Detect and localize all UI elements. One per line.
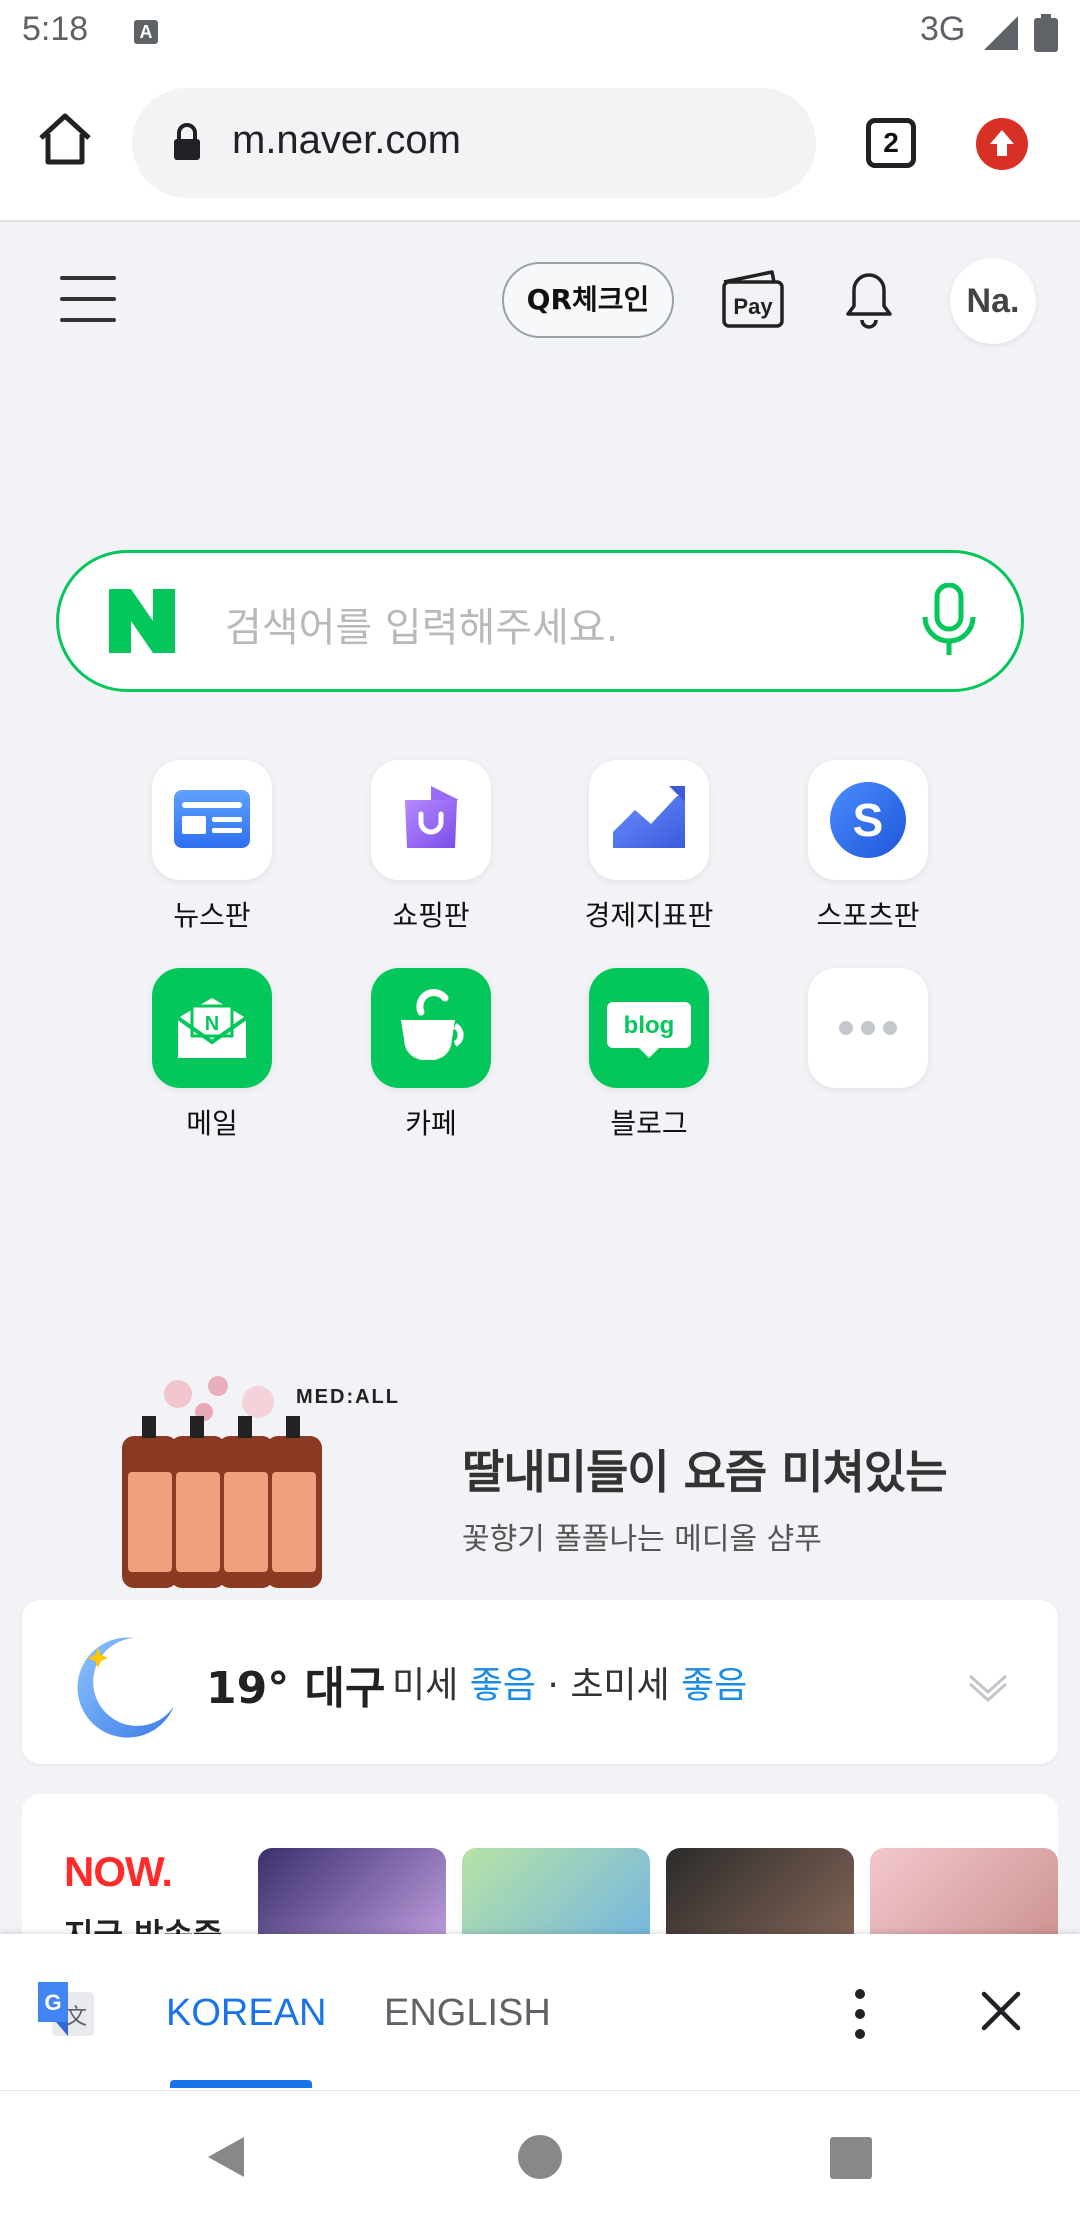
- weather-card[interactable]: 19° 대구 미세 좋음 · 초미세 좋음: [22, 1600, 1058, 1764]
- now-thumbnail[interactable]: [462, 1848, 650, 1934]
- shortcut-cafe[interactable]: 카페: [341, 968, 521, 1142]
- shortcut-sports[interactable]: S 스포츠판: [778, 760, 958, 934]
- url-bar[interactable]: m.naver.com: [132, 88, 816, 198]
- shopping-bag-icon: [371, 760, 491, 880]
- svg-text:文: 文: [65, 2005, 87, 2030]
- shortcut-label: 스포츠판: [816, 899, 920, 932]
- close-icon[interactable]: [980, 1990, 1022, 2032]
- now-logo: NOW.: [64, 1848, 173, 1895]
- microphone-icon[interactable]: [919, 583, 979, 659]
- pay-label: Pay: [733, 294, 773, 319]
- shortcut-label: 블로그: [610, 1107, 688, 1140]
- url-text: m.naver.com: [232, 118, 461, 162]
- more-vert-icon[interactable]: [852, 1986, 868, 2042]
- profile-avatar[interactable]: Na.: [950, 258, 1036, 344]
- shortcut-more[interactable]: [778, 968, 958, 1088]
- ad-title: 딸내미들이 요즘 미쳐있는: [462, 1445, 948, 1499]
- shortcut-blog[interactable]: blog 블로그: [559, 968, 739, 1142]
- naver-n-logo-icon: [109, 589, 175, 653]
- svg-text:S: S: [853, 794, 884, 846]
- search-placeholder: 검색어를 입력해주세요.: [225, 605, 619, 651]
- blog-icon: blog: [589, 968, 709, 1088]
- now-subtitle: 지금 방송중: [64, 1910, 222, 1934]
- update-button[interactable]: [976, 118, 1028, 170]
- ad-banner[interactable]: MED:ALL 딸내미들이 요즘 미쳐있는 꽃향기 폴폴나는 메디올 샴푸: [100, 1376, 980, 1592]
- svg-text:G: G: [44, 1990, 61, 2015]
- shortcut-label: 카페: [405, 1107, 457, 1140]
- now-thumbnail[interactable]: [258, 1848, 446, 1934]
- shortcut-label: 메일: [186, 1107, 238, 1140]
- google-translate-icon[interactable]: 文 G: [34, 1978, 98, 2042]
- home-icon[interactable]: [36, 110, 94, 168]
- system-nav-bar: [0, 2090, 1080, 2221]
- weather-temp-city: 19° 대구: [206, 1663, 386, 1714]
- tab-indicator: [170, 2080, 312, 2088]
- ad-subtitle: 꽃향기 폴폴나는 메디올 샴푸: [462, 1522, 822, 1557]
- shortcut-label: 경제지표판: [584, 899, 714, 932]
- sports-icon: S: [808, 760, 928, 880]
- news-icon: [152, 760, 272, 880]
- now-thumbnail[interactable]: [870, 1848, 1058, 1934]
- qr-checkin-button[interactable]: QR체크인: [502, 262, 674, 338]
- more-dots-icon: [808, 968, 928, 1088]
- air-quality: 미세 좋음 · 초미세 좋음: [392, 1656, 747, 1708]
- fine-dust-value: 좋음: [469, 1665, 536, 1706]
- shortcut-mail[interactable]: N 메일: [122, 968, 302, 1142]
- separator: ·: [547, 1665, 559, 1706]
- translate-bar: 文 G KOREAN ENGLISH: [0, 1934, 1080, 2090]
- notification-bell-icon[interactable]: [838, 264, 900, 330]
- tab-korean[interactable]: KOREAN: [166, 1992, 326, 2035]
- now-thumbnail[interactable]: [666, 1848, 854, 1934]
- tab-switcher-button[interactable]: 2: [866, 118, 916, 168]
- signal-icon: [984, 16, 1018, 50]
- blog-icon-text: blog: [624, 1012, 675, 1039]
- home-circle-icon[interactable]: [518, 2135, 562, 2179]
- shortcut-news[interactable]: 뉴스판: [122, 760, 302, 934]
- shortcut-label: 쇼핑판: [392, 899, 470, 932]
- pay-icon[interactable]: Pay: [720, 268, 786, 330]
- status-bar: 5:18 A 3G: [0, 0, 1080, 64]
- moon-icon: [77, 1637, 174, 1738]
- chevron-down-icon[interactable]: [966, 1670, 1010, 1704]
- arrow-up-icon: [990, 130, 1014, 156]
- shortcut-economy[interactable]: 경제지표판: [559, 760, 739, 934]
- notification-a-icon: A: [134, 20, 158, 44]
- hamburger-menu-icon[interactable]: [60, 274, 116, 324]
- ultrafine-dust-label: 초미세: [570, 1665, 670, 1706]
- back-icon[interactable]: [204, 2135, 248, 2179]
- recents-square-icon[interactable]: [830, 2137, 872, 2179]
- shortcut-shopping[interactable]: 쇼핑판: [341, 760, 521, 934]
- status-time: 5:18: [22, 10, 89, 48]
- svg-text:N: N: [205, 1013, 219, 1035]
- mail-icon: N: [152, 968, 272, 1088]
- network-type: 3G: [920, 10, 966, 48]
- fine-dust-label: 미세: [392, 1665, 459, 1706]
- chart-icon: [589, 760, 709, 880]
- now-live-card[interactable]: NOW. 지금 방송중: [22, 1794, 1058, 1934]
- browser-toolbar: m.naver.com 2: [0, 64, 1080, 222]
- battery-icon: [1034, 14, 1058, 52]
- search-box[interactable]: 검색어를 입력해주세요.: [56, 550, 1024, 692]
- ad-brand: MED:ALL: [296, 1386, 400, 1408]
- tab-english[interactable]: ENGLISH: [384, 1992, 551, 2035]
- shortcut-label: 뉴스판: [173, 899, 251, 932]
- lock-icon: [174, 123, 200, 160]
- ultrafine-dust-value: 좋음: [681, 1665, 748, 1706]
- cafe-icon: [371, 968, 491, 1088]
